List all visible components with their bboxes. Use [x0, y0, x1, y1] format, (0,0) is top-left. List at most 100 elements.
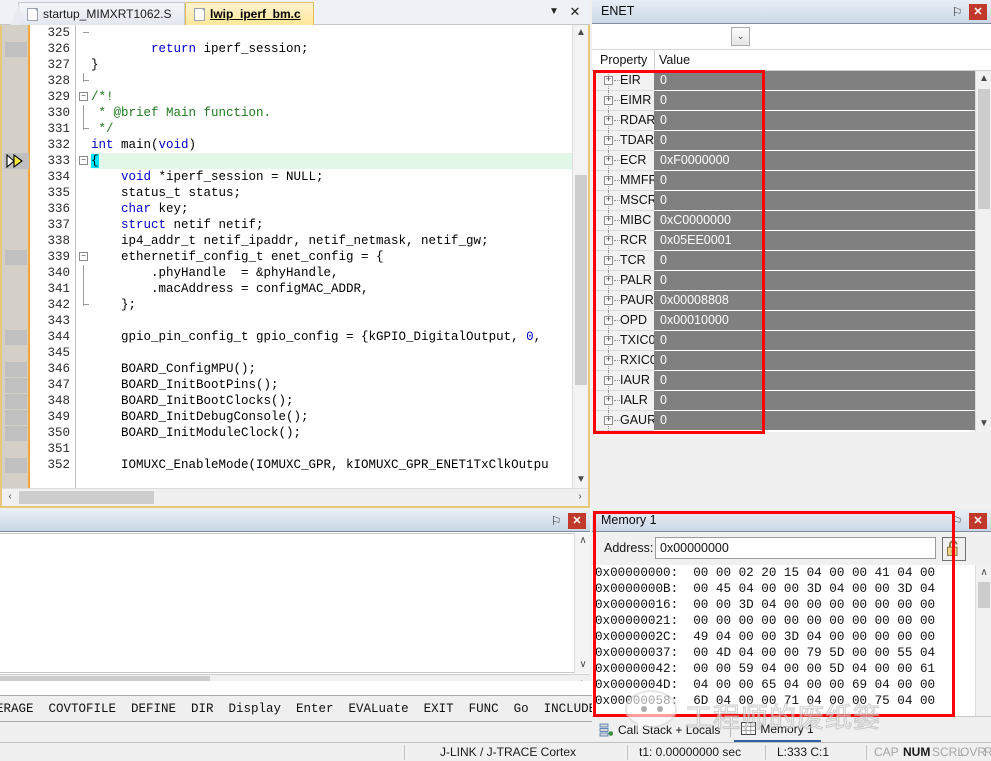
enet-register-row[interactable]: + TDAR 0 — [592, 131, 975, 151]
code-line[interactable]: IOMUXC_EnableMode(IOMUXC_GPR, kIOMUXC_GP… — [91, 457, 572, 473]
register-value-cell[interactable]: 0 — [654, 131, 975, 151]
breakpoint-marker[interactable] — [5, 394, 27, 409]
scroll-up-icon[interactable]: ▲ — [976, 71, 991, 87]
register-value-cell[interactable]: 0 — [654, 71, 975, 91]
expand-plus-icon[interactable]: + — [604, 136, 613, 145]
enet-register-row[interactable]: + RCR 0x05EE0001 — [592, 231, 975, 251]
breakpoint-gutter[interactable] — [2, 25, 30, 488]
expand-plus-icon[interactable]: + — [604, 396, 613, 405]
enet-register-row[interactable]: + MIBC 0xC0000000 — [592, 211, 975, 231]
memory-row[interactable]: 0x00000021: 00 00 00 00 00 00 00 00 00 0… — [592, 613, 975, 629]
close-icon[interactable]: ✕ — [969, 513, 987, 529]
breakpoint-marker[interactable] — [5, 410, 27, 425]
code-line[interactable]: gpio_pin_config_t gpio_config = {kGPIO_D… — [91, 329, 572, 345]
code-line[interactable]: char key; — [91, 201, 572, 217]
register-value-cell[interactable]: 0 — [654, 191, 975, 211]
code-view[interactable]: 325 326 327 328 329 330 331 332 333 334 335 336 337 3… — [2, 25, 572, 488]
code-line[interactable] — [91, 25, 572, 41]
code-line[interactable]: BOARD_ConfigMPU(); — [91, 361, 572, 377]
code-line[interactable]: .macAddress = configMAC_ADDR, — [91, 281, 572, 297]
command-input-field[interactable] — [0, 681, 593, 696]
code-hscroll-thumb[interactable] — [19, 491, 154, 504]
register-value-cell[interactable]: 0 — [654, 331, 975, 351]
enet-register-row[interactable]: + OPD 0x00010000 — [592, 311, 975, 331]
expand-plus-icon[interactable]: + — [604, 336, 613, 345]
register-value-cell[interactable]: 0x00008808 — [654, 291, 975, 311]
enet-vscroll-thumb[interactable] — [978, 89, 990, 209]
enet-register-row[interactable]: + RDAR 0 — [592, 111, 975, 131]
register-value-cell[interactable]: 0 — [654, 371, 975, 391]
register-value-cell[interactable]: 0 — [654, 111, 975, 131]
scroll-up-icon[interactable]: ∧ — [976, 565, 991, 581]
close-icon[interactable]: ✕ — [568, 513, 586, 529]
command-keyword-bar[interactable]: ERAGE COVTOFILE DEFINE DIR Display Enter… — [0, 695, 593, 722]
memory-row[interactable]: 0x00000037: 00 4D 04 00 00 79 5D 00 00 5… — [592, 645, 975, 661]
breakpoint-marker[interactable] — [5, 426, 27, 441]
expand-plus-icon[interactable]: + — [604, 296, 613, 305]
enet-register-row[interactable]: + IAUR 0 — [592, 371, 975, 391]
register-value-cell[interactable]: 0xC0000000 — [654, 211, 975, 231]
tab-call-stack-locals[interactable]: Call Stack + Locals — [592, 718, 727, 742]
code-line[interactable]: BOARD_InitBootClocks(); — [91, 393, 572, 409]
code-vscroll-thumb[interactable] — [575, 175, 587, 385]
code-line[interactable]: struct netif netif; — [91, 217, 572, 233]
enet-register-row[interactable]: + MMFR 0 — [592, 171, 975, 191]
expand-plus-icon[interactable]: + — [604, 276, 613, 285]
scroll-left-icon[interactable]: ‹ — [2, 489, 18, 505]
enet-register-row[interactable]: + EIMR 0 — [592, 91, 975, 111]
enet-register-row[interactable]: + ECR 0xF0000000 — [592, 151, 975, 171]
breakpoint-marker[interactable] — [5, 362, 27, 377]
scroll-down-icon[interactable]: ▼ — [573, 472, 589, 488]
code-vertical-scrollbar[interactable]: ▲ ▼ — [572, 25, 588, 488]
memory-row[interactable]: 0x00000058: 6D 04 00 00 71 04 00 00 75 0… — [592, 693, 975, 709]
expand-plus-icon[interactable]: + — [604, 176, 613, 185]
code-line[interactable]: ip4_addr_t netif_ipaddr, netif_netmask, … — [91, 233, 572, 249]
fold-marker[interactable]: − — [77, 249, 91, 265]
register-value-cell[interactable]: 0 — [654, 351, 975, 371]
expand-plus-icon[interactable]: + — [604, 156, 613, 165]
code-line[interactable] — [91, 441, 572, 457]
register-value-cell[interactable]: 0 — [654, 171, 975, 191]
scroll-down-icon[interactable]: ∨ — [575, 657, 591, 673]
memory-row[interactable]: 0x00000000: 00 00 02 20 15 04 00 00 41 0… — [592, 565, 975, 581]
code-line[interactable]: BOARD_InitBootPins(); — [91, 377, 572, 393]
enet-register-row[interactable]: + MSCR 0 — [592, 191, 975, 211]
editor-close-icon[interactable]: ✕ — [567, 4, 583, 20]
code-text[interactable]: return iperf_session;} /*! * @brief Main… — [91, 25, 572, 488]
breakpoint-marker[interactable] — [5, 458, 27, 473]
code-line[interactable]: void *iperf_session = NULL; — [91, 169, 572, 185]
code-horizontal-scrollbar[interactable]: ‹ › — [2, 488, 588, 506]
scroll-up-icon[interactable]: ∧ — [575, 533, 591, 549]
memory-row[interactable]: 0x00000016: 00 00 3D 04 00 00 00 00 00 0… — [592, 597, 975, 613]
fold-marker[interactable]: − — [77, 153, 91, 169]
pin-icon[interactable]: ⚐ — [949, 513, 965, 529]
enet-register-list[interactable]: + EIR 0 + EIMR 0 + RDAR 0 + TDAR 0 + ECR 0xF0000000 + MM… — [592, 71, 975, 432]
memory-row[interactable]: 0x0000004D: 04 00 00 65 04 00 00 69 04 0… — [592, 677, 975, 693]
fold-marker[interactable]: − — [77, 89, 91, 105]
close-icon[interactable]: ✕ — [969, 4, 987, 20]
enet-register-row[interactable]: + GAUR 0 — [592, 411, 975, 431]
code-line[interactable]: */ — [91, 121, 572, 137]
code-line[interactable]: BOARD_InitModuleClock(); — [91, 425, 572, 441]
expand-plus-icon[interactable]: + — [604, 236, 613, 245]
register-value-cell[interactable]: 0 — [654, 411, 975, 431]
register-value-cell[interactable]: 0xF0000000 — [654, 151, 975, 171]
expand-plus-icon[interactable]: + — [604, 416, 613, 425]
tab-overflow-chevron-down-icon[interactable]: ▼ — [546, 5, 562, 21]
editor-tab-lwip-iperf[interactable]: lwip_iperf_bm.c — [185, 2, 314, 25]
code-line[interactable]: BOARD_InitDebugConsole(); — [91, 409, 572, 425]
register-value-cell[interactable]: 0x00010000 — [654, 311, 975, 331]
register-value-cell[interactable]: 0 — [654, 271, 975, 291]
breakpoint-marker[interactable] — [5, 42, 27, 57]
enet-register-row[interactable]: + RXIC0 0 — [592, 351, 975, 371]
code-line[interactable] — [91, 345, 572, 361]
expand-plus-icon[interactable]: + — [604, 356, 613, 365]
enet-register-row[interactable]: + TXIC0 0 — [592, 331, 975, 351]
breakpoint-marker[interactable] — [5, 330, 27, 345]
code-line[interactable]: * @brief Main function. — [91, 105, 572, 121]
memory-row[interactable]: 0x0000000B: 00 45 04 00 00 3D 04 00 00 3… — [592, 581, 975, 597]
breakpoint-marker[interactable] — [5, 250, 27, 265]
memory-vscroll-thumb[interactable] — [978, 582, 990, 608]
enet-register-row[interactable]: + IALR 0 — [592, 391, 975, 411]
expand-plus-icon[interactable]: + — [604, 196, 613, 205]
